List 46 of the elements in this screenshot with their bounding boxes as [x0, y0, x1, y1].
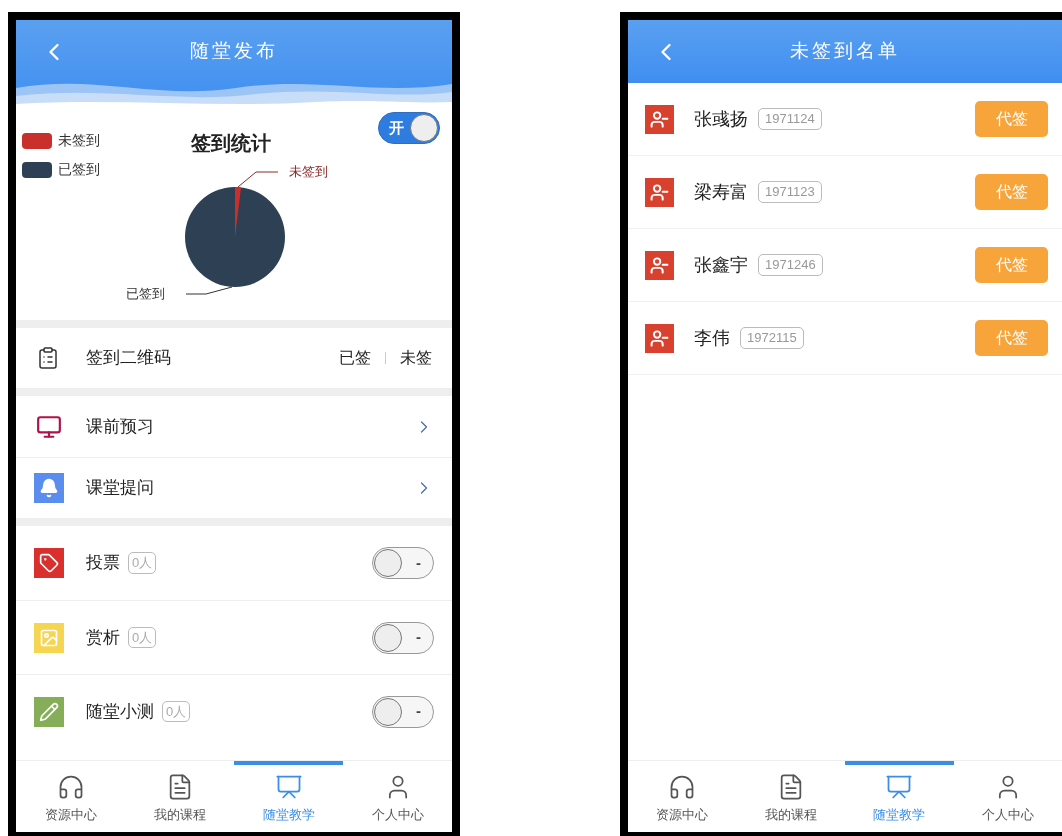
student-id: 1972115 — [740, 327, 804, 349]
pie-label: 未签到 — [289, 163, 328, 181]
activity-label: 投票 — [86, 552, 120, 575]
tab[interactable]: 随堂教学 — [845, 761, 954, 832]
nav-row[interactable]: 课前预习 — [16, 396, 452, 457]
legend-label: 已签到 — [58, 160, 100, 179]
image-icon — [34, 622, 64, 653]
row-link[interactable]: 已签 — [339, 346, 371, 370]
student-name: 张鑫宇 — [694, 253, 748, 277]
student-id: 1971123 — [758, 181, 822, 203]
bell-icon — [34, 473, 64, 503]
user-minus-icon — [645, 250, 674, 280]
chart-title: 签到统计 — [191, 131, 271, 156]
student-name: 梁寿富 — [694, 180, 748, 204]
toggle-switch[interactable]: - — [372, 547, 434, 579]
tab[interactable]: 资源中心 — [16, 761, 125, 832]
tab[interactable]: 我的课程 — [736, 761, 845, 832]
clipboard-icon — [36, 346, 60, 370]
tab[interactable]: 个人中心 — [953, 761, 1062, 832]
legend-label: 未签到 — [58, 131, 100, 150]
toggle-switch[interactable]: 开 — [378, 112, 440, 144]
count-badge: 0人 — [128, 626, 157, 649]
activity-label: 随堂小测 — [86, 700, 154, 723]
toggle-switch[interactable]: - — [372, 695, 434, 728]
toggle-switch[interactable]: - — [372, 621, 434, 654]
count-badge: 0人 — [162, 700, 191, 723]
tag-icon — [34, 548, 64, 578]
tab[interactable]: 我的课程 — [125, 761, 234, 832]
student-id: 1971246 — [758, 254, 823, 276]
row-link[interactable]: 未签 — [400, 346, 432, 370]
count-badge: 0人 — [128, 552, 157, 574]
tab[interactable]: 资源中心 — [628, 761, 737, 832]
student-name: 李伟 — [694, 326, 730, 350]
row-label: 签到二维码 — [86, 347, 171, 370]
student-name: 张彧扬 — [694, 107, 748, 131]
user-minus-icon — [645, 323, 674, 353]
user-minus-icon — [645, 177, 674, 207]
student-id: 1971124 — [758, 108, 822, 130]
user-minus-icon — [645, 104, 674, 134]
header-title: 未签到名单 — [790, 39, 900, 64]
header-title: 随堂发布 — [190, 39, 278, 64]
tab[interactable]: 个人中心 — [343, 761, 452, 832]
pencil-icon — [34, 696, 64, 727]
pie-label: 已签到 — [126, 285, 165, 303]
activity-label: 赏析 — [86, 626, 120, 649]
tab[interactable]: 随堂教学 — [234, 761, 343, 832]
